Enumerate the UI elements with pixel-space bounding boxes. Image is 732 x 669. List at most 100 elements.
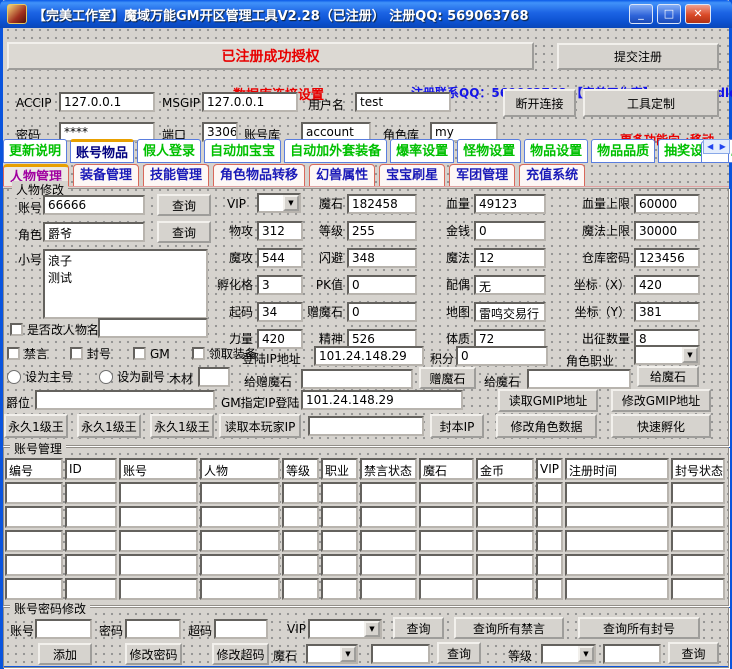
table-row[interactable]: [5, 554, 727, 576]
level-dropdown[interactable]: ▼: [541, 644, 596, 664]
table-cell[interactable]: [5, 554, 63, 576]
table-cell[interactable]: [119, 578, 198, 600]
role-input[interactable]: 爵爷: [43, 222, 145, 242]
primary-tab[interactable]: 怪物设置: [457, 139, 521, 163]
checkbox[interactable]: [7, 347, 20, 360]
chevron-down-icon[interactable]: ▼: [364, 621, 380, 637]
table-cell[interactable]: [5, 506, 63, 528]
chevron-down-icon[interactable]: ▼: [682, 347, 698, 363]
primary-tab[interactable]: 爆率设置: [390, 139, 454, 163]
table-cell[interactable]: [321, 554, 358, 576]
quick-hatch-button[interactable]: 快速孵化: [611, 414, 711, 438]
stat-input[interactable]: 420: [634, 275, 700, 295]
primary-tab[interactable]: 账号物品: [70, 139, 134, 163]
modify-gmip-button[interactable]: 修改GMIP地址: [611, 389, 711, 412]
ban-ip-input[interactable]: [308, 416, 424, 436]
tab-scroll-control[interactable]: ◀ ▶: [703, 139, 730, 154]
close-button[interactable]: ✕: [685, 4, 711, 24]
table-cell[interactable]: [360, 530, 417, 552]
table-cell[interactable]: [282, 554, 319, 576]
checkbox[interactable]: [70, 347, 83, 360]
table-cell[interactable]: [65, 482, 117, 504]
table-header-cell[interactable]: VIP: [536, 458, 563, 480]
table-cell[interactable]: [565, 530, 669, 552]
stat-input[interactable]: 348: [347, 248, 417, 268]
ms-input[interactable]: [371, 644, 430, 664]
table-cell[interactable]: [536, 530, 563, 552]
score-input[interactable]: 0: [456, 346, 548, 366]
modify-password-button[interactable]: 修改密码: [125, 643, 182, 665]
stat-input[interactable]: 0: [474, 221, 546, 241]
table-cell[interactable]: [476, 530, 534, 552]
level-query-button[interactable]: 查询: [668, 642, 719, 664]
wood-input[interactable]: [198, 367, 230, 387]
table-cell[interactable]: [565, 578, 669, 600]
table-cell[interactable]: [65, 506, 117, 528]
tab-scroll-right-icon[interactable]: ▶: [717, 140, 730, 153]
table-header-cell[interactable]: 魔石: [419, 458, 474, 480]
pw-super-input[interactable]: [214, 619, 268, 639]
submit-register-button[interactable]: 提交注册: [557, 43, 719, 70]
flag-option[interactable]: 禁言: [7, 345, 48, 362]
table-cell[interactable]: [419, 482, 474, 504]
table-header-cell[interactable]: 账号: [119, 458, 198, 480]
stat-input[interactable]: 雷鸣交易行: [474, 302, 546, 322]
table-cell[interactable]: [419, 506, 474, 528]
radio-button[interactable]: [99, 370, 113, 384]
stat-input[interactable]: 12: [474, 248, 546, 268]
ban-ip-button[interactable]: 封本IP: [430, 414, 484, 438]
list-item[interactable]: 浪子: [48, 252, 203, 269]
radio-option[interactable]: 设为主号: [7, 368, 73, 385]
king-button[interactable]: 永久1级王: [150, 414, 214, 438]
pw-account-input[interactable]: [35, 619, 92, 639]
king-button[interactable]: 永久1级王: [77, 414, 141, 438]
secondary-tab[interactable]: 宝宝刷星: [379, 164, 445, 187]
gmip-input[interactable]: 101.24.148.29: [301, 390, 463, 410]
table-cell[interactable]: [321, 530, 358, 552]
table-cell[interactable]: [5, 482, 63, 504]
username-input[interactable]: test: [355, 92, 451, 112]
pw-query-button[interactable]: 查询: [393, 617, 444, 639]
table-row[interactable]: [5, 482, 727, 504]
table-cell[interactable]: [536, 554, 563, 576]
table-cell[interactable]: [360, 506, 417, 528]
give-bound-button[interactable]: 赠魔石: [419, 367, 476, 389]
table-cell[interactable]: [282, 482, 319, 504]
table-header-cell[interactable]: 职业: [321, 458, 358, 480]
table-cell[interactable]: [65, 554, 117, 576]
secondary-tab[interactable]: 装备管理: [73, 164, 139, 187]
table-cell[interactable]: [671, 530, 725, 552]
modify-super-button[interactable]: 修改超码: [212, 643, 269, 665]
table-cell[interactable]: [5, 530, 63, 552]
noble-title-input[interactable]: [35, 390, 215, 410]
stat-input[interactable]: 381: [634, 302, 700, 322]
flag-option[interactable]: 封号: [70, 345, 111, 362]
login-ip-input[interactable]: 101.24.148.29: [314, 346, 424, 366]
table-cell[interactable]: [536, 506, 563, 528]
primary-tab[interactable]: 自动加外套装备: [284, 139, 387, 163]
table-header-cell[interactable]: 封号状态: [671, 458, 725, 480]
read-player-ip-button[interactable]: 读取本玩家IP: [219, 414, 301, 438]
give-ms-button[interactable]: 给魔石: [637, 366, 699, 387]
table-cell[interactable]: [5, 578, 63, 600]
table-cell[interactable]: [119, 506, 198, 528]
give-ms-input[interactable]: [527, 369, 631, 389]
table-cell[interactable]: [360, 554, 417, 576]
list-item[interactable]: 测试: [48, 269, 203, 286]
table-cell[interactable]: [282, 530, 319, 552]
table-cell[interactable]: [282, 506, 319, 528]
stat-input[interactable]: 0: [347, 302, 417, 322]
table-cell[interactable]: [419, 578, 474, 600]
stat-input[interactable]: 30000: [634, 221, 700, 241]
table-cell[interactable]: [565, 482, 669, 504]
alt-listbox[interactable]: 浪子测试: [43, 249, 208, 319]
table-cell[interactable]: [200, 530, 280, 552]
table-cell[interactable]: [200, 554, 280, 576]
disconnect-button[interactable]: 断开连接: [503, 89, 576, 117]
stat-input[interactable]: 255: [347, 221, 417, 241]
table-cell[interactable]: [671, 482, 725, 504]
table-header-cell[interactable]: 等级: [282, 458, 319, 480]
stat-input[interactable]: 0: [347, 275, 417, 295]
give-bound-input[interactable]: [301, 369, 413, 389]
read-gmip-button[interactable]: 读取GMIP地址: [498, 389, 598, 412]
